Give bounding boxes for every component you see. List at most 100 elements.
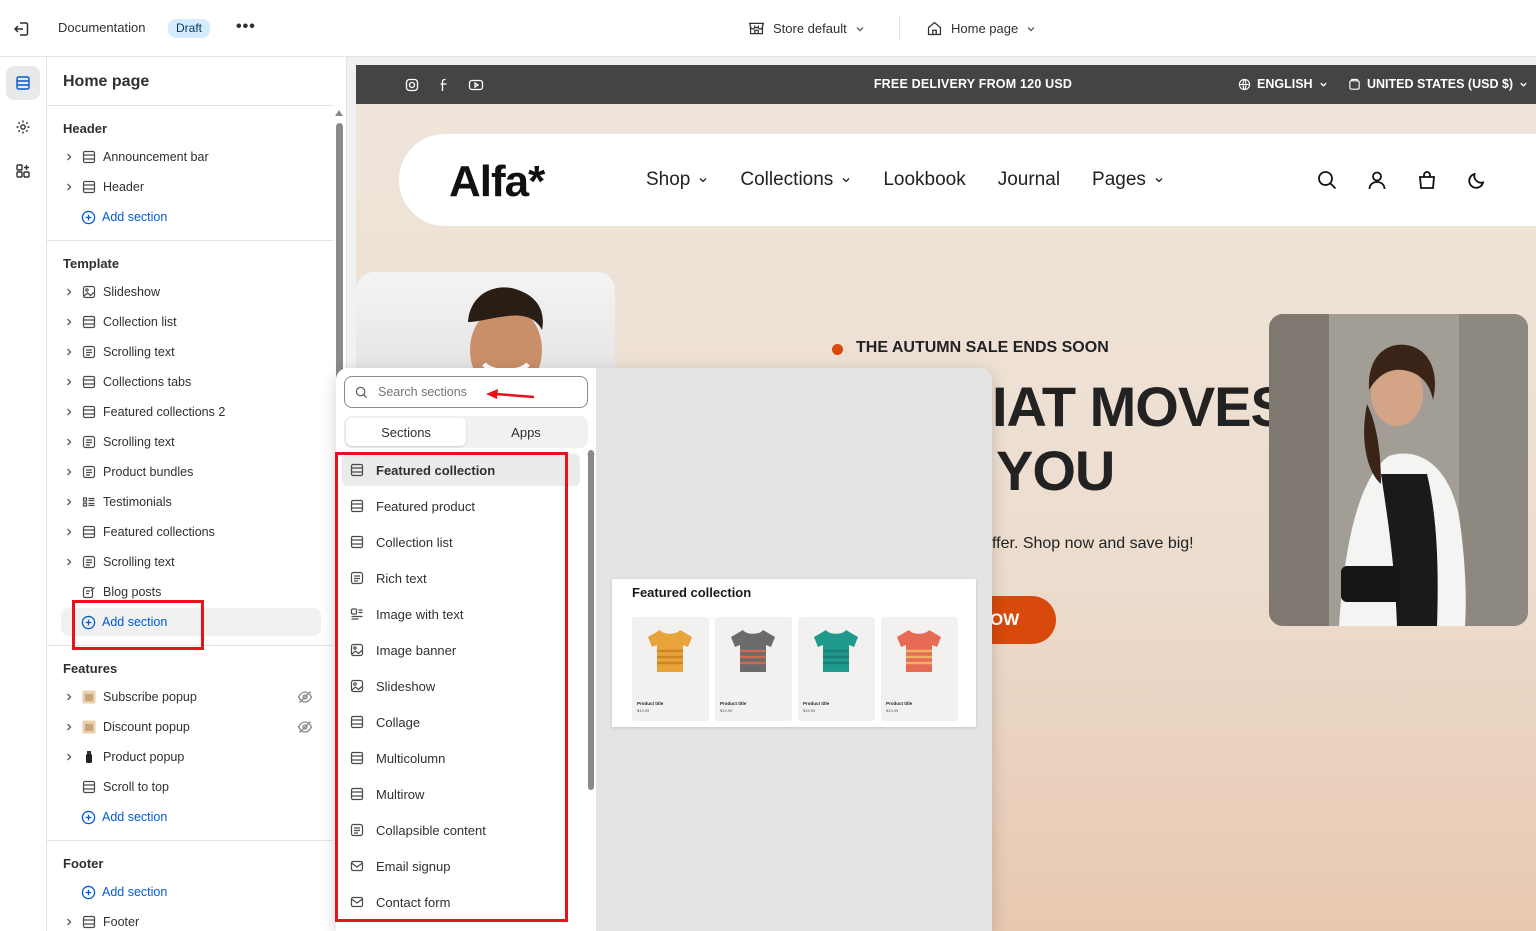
page-selector[interactable]: Home page xyxy=(926,20,1036,37)
scroll-up-arrow[interactable] xyxy=(335,110,343,116)
chevron-right-icon[interactable] xyxy=(61,314,77,330)
sidebar-item-featured-collections[interactable]: Featured collections xyxy=(61,518,321,546)
sidebar-item-product-bundles[interactable]: Product bundles xyxy=(61,458,321,486)
eye-off-icon[interactable] xyxy=(297,689,313,708)
section-option-slideshow[interactable]: Slideshow xyxy=(342,670,580,702)
chevron-right-icon[interactable] xyxy=(61,179,77,195)
section-option-collection-list[interactable]: Collection list xyxy=(342,526,580,558)
preview-title: Featured collection xyxy=(632,585,752,600)
nav-lookbook[interactable]: Lookbook xyxy=(883,169,965,191)
section-option-multirow[interactable]: Multirow xyxy=(342,778,580,810)
section-option-featured-collection[interactable]: Featured collection xyxy=(342,454,580,486)
sale-dot-indicator xyxy=(832,344,843,355)
chevron-right-icon[interactable] xyxy=(61,149,77,165)
country-selector[interactable]: UNITED STATES (USD $) xyxy=(1348,77,1528,91)
add-section-label: Add section xyxy=(102,885,168,899)
sidebar-item-footer[interactable]: Footer xyxy=(61,908,321,931)
apps-rail-button[interactable] xyxy=(6,154,40,188)
sidebar-item-announcement-bar[interactable]: Announcement bar xyxy=(61,143,321,171)
sidebar-item-scroll-to-top[interactable]: Scroll to top xyxy=(61,773,321,801)
account-icon[interactable] xyxy=(1366,169,1388,191)
section-option-image-with-text[interactable]: Image with text xyxy=(342,598,580,630)
section-icon xyxy=(81,149,97,165)
add-section-button-template[interactable]: Add section xyxy=(61,608,321,636)
chevron-right-icon[interactable] xyxy=(61,374,77,390)
sidebar-item-scrolling-text[interactable]: Scrolling text xyxy=(61,428,321,456)
section-option-collage[interactable]: Collage xyxy=(342,706,580,738)
section-option-label: Multirow xyxy=(376,786,425,802)
section-option-label: Slideshow xyxy=(376,678,436,694)
search-sections-input[interactable] xyxy=(378,385,498,399)
nav-journal[interactable]: Journal xyxy=(998,169,1060,191)
sidebar-item-scrolling-text[interactable]: Scrolling text xyxy=(61,548,321,576)
section-option-multicolumn[interactable]: Multicolumn xyxy=(342,742,580,774)
sidebar-item-header[interactable]: Header xyxy=(61,173,321,201)
section-option-email-signup[interactable]: Email signup xyxy=(342,850,580,882)
search-sections-field[interactable] xyxy=(344,376,588,408)
tab-apps[interactable]: Apps xyxy=(466,418,586,446)
add-section-button-features[interactable]: Add section xyxy=(81,803,167,831)
chevron-right-icon[interactable] xyxy=(61,719,77,735)
featured-collection-preview: Featured collection Product title $19.99 P… xyxy=(612,579,976,727)
sidebar-item-blog-posts[interactable]: Blog posts xyxy=(61,578,321,606)
sidebar-item-subscribe-popup[interactable]: Subscribe popup xyxy=(61,683,321,711)
exit-icon[interactable] xyxy=(12,19,32,39)
chevron-down-icon xyxy=(699,178,707,183)
section-option-image-banner[interactable]: Image banner xyxy=(342,634,580,666)
sidebar-item-collections-tabs[interactable]: Collections tabs xyxy=(61,368,321,396)
cart-icon[interactable] xyxy=(1416,169,1438,191)
text-icon xyxy=(81,464,97,480)
chevron-right-icon[interactable] xyxy=(61,404,77,420)
tab-sections[interactable]: Sections xyxy=(346,418,466,446)
section-option-collapsible-content[interactable]: Collapsible content xyxy=(342,814,580,846)
chevron-right-icon[interactable] xyxy=(61,689,77,705)
chevron-right-icon[interactable] xyxy=(61,914,77,930)
chevron-right-icon[interactable] xyxy=(61,464,77,480)
chevron-right-icon[interactable] xyxy=(61,749,77,765)
sidebar-item-featured-collections-2[interactable]: Featured collections 2 xyxy=(61,398,321,426)
sidebar-item-testimonials[interactable]: Testimonials xyxy=(61,488,321,516)
search-icon[interactable] xyxy=(1316,169,1338,191)
section-option-featured-product[interactable]: Featured product xyxy=(342,490,580,522)
add-section-button-footer[interactable]: Add section xyxy=(81,878,167,906)
sidebar-item-label: Header xyxy=(103,180,144,194)
section-option-label: Featured collection xyxy=(376,462,496,478)
settings-rail-button[interactable] xyxy=(6,110,40,144)
nav-shop[interactable]: Shop xyxy=(646,169,708,191)
theme-name[interactable]: Documentation xyxy=(58,20,145,35)
sidebar-item-label: Scrolling text xyxy=(103,555,175,569)
store-selector[interactable]: Store default xyxy=(748,20,865,37)
nav-collections[interactable]: Collections xyxy=(740,169,851,191)
add-section-button-header[interactable]: Add section xyxy=(81,203,167,231)
chevron-right-icon[interactable] xyxy=(61,524,77,540)
more-actions-button[interactable]: ••• xyxy=(236,18,256,36)
header-icons xyxy=(1316,169,1488,191)
chevron-right-icon[interactable] xyxy=(61,284,77,300)
chevron-right-icon[interactable] xyxy=(61,494,77,510)
section-option-rich-text[interactable]: Rich text xyxy=(342,562,580,594)
sidebar-item-collection-list[interactable]: Collection list xyxy=(61,308,321,336)
section-option-contact-form[interactable]: Contact form xyxy=(342,886,580,918)
tshirt-icon xyxy=(814,630,858,672)
sidebar-item-scrolling-text[interactable]: Scrolling text xyxy=(61,338,321,366)
hero-subtext: ffer. Shop now and save big! xyxy=(992,535,1194,552)
picker-scrollbar[interactable] xyxy=(588,450,594,790)
divider xyxy=(47,240,333,241)
sidebar-item-product-popup[interactable]: Product popup xyxy=(61,743,321,771)
sections-rail-button[interactable] xyxy=(6,66,40,100)
sidebar-item-label: Blog posts xyxy=(103,585,162,599)
sidebar-item-slideshow[interactable]: Slideshow xyxy=(61,278,321,306)
language-selector[interactable]: ENGLISH xyxy=(1238,77,1328,91)
plus-circle-icon xyxy=(81,615,96,629)
group-title-features: Features xyxy=(63,661,118,676)
chevron-right-icon[interactable] xyxy=(61,554,77,570)
eye-off-icon[interactable] xyxy=(297,719,313,738)
chevron-right-icon[interactable] xyxy=(61,434,77,450)
nav-pages[interactable]: Pages xyxy=(1092,169,1164,191)
moon-icon[interactable] xyxy=(1466,169,1488,191)
store-logo[interactable]: Alfa* xyxy=(449,157,545,207)
chevron-right-icon[interactable] xyxy=(61,344,77,360)
sidebar-item-label: Featured collections xyxy=(103,525,215,539)
sidebar-item-discount-popup[interactable]: Discount popup xyxy=(61,713,321,741)
announcement-bar: FREE DELIVERY FROM 120 USD ENGLISH UNITE… xyxy=(356,65,1536,104)
